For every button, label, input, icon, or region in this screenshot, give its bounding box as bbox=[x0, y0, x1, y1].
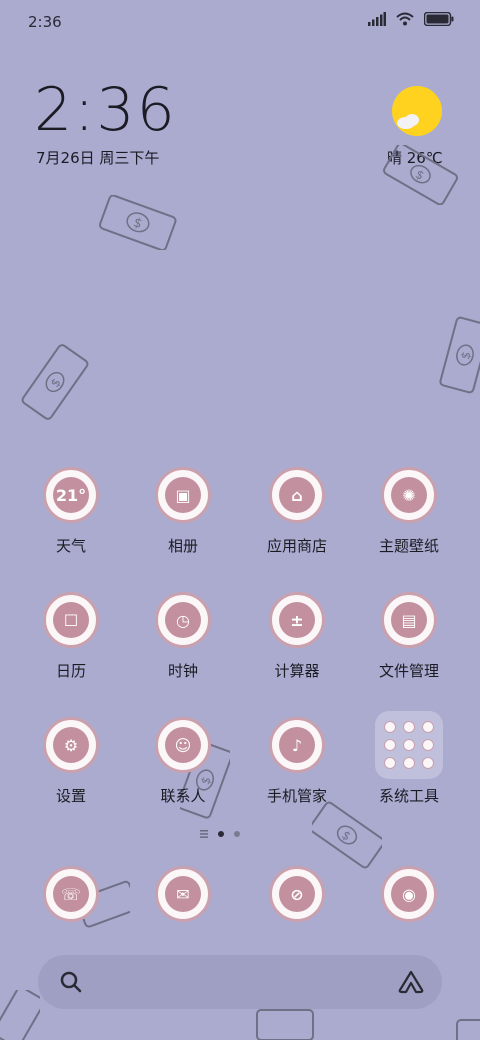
app-themes[interactable]: ✺ 主题壁纸 bbox=[354, 467, 464, 577]
app-label: 相册 bbox=[167, 537, 198, 555]
app-security[interactable]: ♪ 手机管家 bbox=[242, 717, 352, 827]
mini-app-icon bbox=[384, 721, 396, 733]
gear-glyph: ⚙ bbox=[53, 727, 89, 763]
svg-text:$: $ bbox=[131, 215, 144, 232]
app-label: 设置 bbox=[55, 787, 86, 805]
status-icons bbox=[368, 12, 454, 26]
dock-browser[interactable]: ⊘ bbox=[242, 866, 352, 926]
app-calendar[interactable]: ☐ 日历 bbox=[16, 592, 126, 702]
mini-app-icon bbox=[422, 739, 434, 751]
calculator-icon: ± bbox=[269, 592, 325, 648]
calendar-glyph: ☐ bbox=[53, 602, 89, 638]
money-decoration: $ bbox=[439, 316, 480, 394]
lightbulb-icon: ♪ bbox=[269, 717, 325, 773]
app-label: 应用商店 bbox=[266, 537, 327, 555]
browser-glyph: ⊘ bbox=[279, 876, 315, 912]
messages-glyph: ✉ bbox=[165, 876, 201, 912]
mini-app-icon bbox=[403, 739, 415, 751]
app-contacts[interactable]: ☺ 联系人 bbox=[128, 717, 238, 827]
weather-app-icon: 21° bbox=[43, 467, 99, 523]
search-icon[interactable] bbox=[60, 971, 82, 993]
app-label: 文件管理 bbox=[378, 662, 439, 680]
app-store[interactable]: ⌂ 应用商店 bbox=[242, 467, 352, 577]
app-folder-system-tools[interactable]: 系统工具 bbox=[354, 711, 464, 821]
clock-widget-date[interactable]: 7月26日 周三下午 bbox=[36, 147, 159, 168]
app-weather[interactable]: 21° 天气 bbox=[16, 467, 126, 577]
page-dot bbox=[234, 831, 240, 837]
mini-app-icon bbox=[403, 757, 415, 769]
gallery-glyph: ▣ bbox=[165, 477, 201, 513]
search-bar[interactable] bbox=[38, 955, 442, 1009]
themes-glyph: ✺ bbox=[391, 477, 427, 513]
money-decoration bbox=[256, 1009, 314, 1040]
page-list-icon bbox=[200, 830, 208, 838]
app-label: 天气 bbox=[55, 537, 86, 555]
battery-icon bbox=[424, 12, 454, 26]
app-label: 日历 bbox=[55, 662, 86, 680]
mini-app-icon bbox=[384, 739, 396, 751]
mini-app-icon bbox=[403, 721, 415, 733]
clock-glyph: ◷ bbox=[165, 602, 201, 638]
status-bar: 2:36 bbox=[0, 0, 480, 42]
money-decoration bbox=[0, 990, 40, 1040]
contacts-glyph: ☺ bbox=[165, 727, 201, 763]
money-decoration bbox=[456, 1019, 480, 1040]
app-label: 主题壁纸 bbox=[378, 537, 439, 555]
folder-icon-grid bbox=[375, 711, 443, 779]
sun-cloud-icon[interactable] bbox=[390, 84, 444, 138]
weather-glyph: 21° bbox=[53, 477, 89, 513]
app-label: 时钟 bbox=[167, 662, 198, 680]
signal-icon bbox=[368, 12, 386, 26]
app-label: 计算器 bbox=[274, 662, 320, 680]
contacts-icon: ☺ bbox=[155, 717, 211, 773]
camera-icon: ◉ bbox=[381, 866, 437, 922]
app-calculator[interactable]: ± 计算器 bbox=[242, 592, 352, 702]
calculator-glyph: ± bbox=[279, 602, 315, 638]
page-indicator[interactable] bbox=[200, 830, 240, 838]
dock-camera[interactable]: ◉ bbox=[354, 866, 464, 926]
status-time: 2:36 bbox=[28, 13, 62, 31]
clock-icon: ◷ bbox=[155, 592, 211, 648]
phone-glyph: ☏ bbox=[53, 876, 89, 912]
mini-app-icon bbox=[422, 721, 434, 733]
clock-widget-time[interactable]: 2:36 bbox=[34, 80, 177, 140]
money-decoration: $ bbox=[383, 145, 458, 205]
app-store-icon: ⌂ bbox=[269, 467, 325, 523]
money-decoration: $ bbox=[99, 195, 177, 250]
themes-icon: ✺ bbox=[381, 467, 437, 523]
store-glyph: ⌂ bbox=[279, 477, 315, 513]
camera-glyph: ◉ bbox=[391, 876, 427, 912]
app-label: 系统工具 bbox=[378, 787, 439, 805]
app-file-manager[interactable]: ▤ 文件管理 bbox=[354, 592, 464, 702]
money-decoration: $ bbox=[21, 344, 89, 420]
home-screen: 2:36 2:36 7月26日 周三下午 晴 26℃ $ $ $ $ $ $ 2… bbox=[0, 0, 480, 1040]
security-glyph: ♪ bbox=[279, 727, 315, 763]
calendar-icon: ☐ bbox=[43, 592, 99, 648]
dock-phone[interactable]: ☏ bbox=[16, 866, 126, 926]
app-clock[interactable]: ◷ 时钟 bbox=[128, 592, 238, 702]
app-label: 联系人 bbox=[160, 787, 206, 805]
page-dot-active bbox=[218, 831, 224, 837]
phone-icon: ☏ bbox=[43, 866, 99, 922]
gallery-icon: ▣ bbox=[155, 467, 211, 523]
messages-icon: ✉ bbox=[155, 866, 211, 922]
app-gallery[interactable]: ▣ 相册 bbox=[128, 467, 238, 577]
wifi-icon bbox=[396, 12, 414, 26]
folder-icon: ▤ bbox=[381, 592, 437, 648]
settings-gear-icon: ⚙ bbox=[43, 717, 99, 773]
mini-app-icon bbox=[384, 757, 396, 769]
browser-icon: ⊘ bbox=[269, 866, 325, 922]
folder-glyph: ▤ bbox=[391, 602, 427, 638]
svg-text:$: $ bbox=[458, 350, 474, 361]
app-label: 手机管家 bbox=[266, 787, 327, 805]
assistant-icon[interactable] bbox=[398, 970, 424, 994]
dock-messages[interactable]: ✉ bbox=[128, 866, 238, 926]
app-settings[interactable]: ⚙ 设置 bbox=[16, 717, 126, 827]
mini-app-icon bbox=[422, 757, 434, 769]
